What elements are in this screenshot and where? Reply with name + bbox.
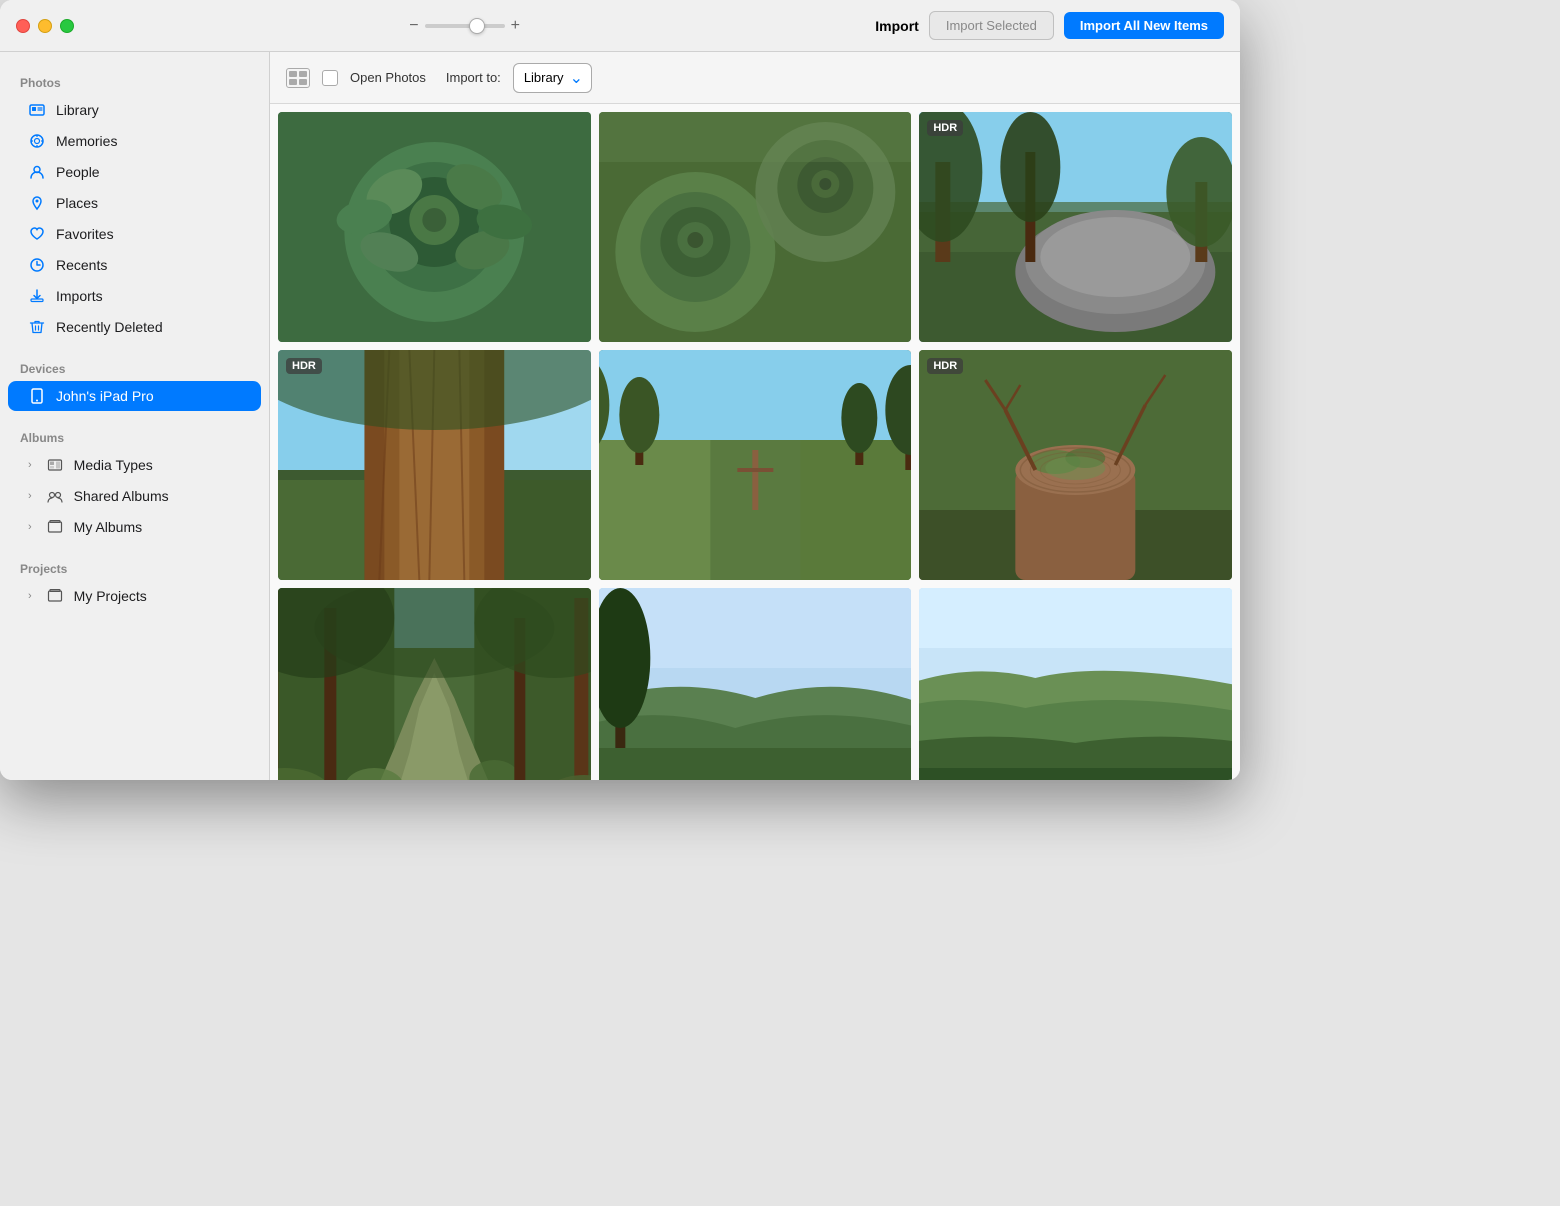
- sidebar-item-recents[interactable]: Recents: [8, 250, 261, 280]
- sidebar-item-recently-deleted[interactable]: Recently Deleted: [8, 312, 261, 342]
- photo-item[interactable]: HDR: [919, 350, 1232, 580]
- memories-icon: [28, 132, 46, 150]
- sidebar-item-media-types[interactable]: › Media Types: [8, 450, 261, 480]
- zoom-minus-button[interactable]: −: [409, 18, 418, 34]
- sidebar-item-ipad[interactable]: John's iPad Pro: [8, 381, 261, 411]
- recents-icon: [28, 256, 46, 274]
- library-select-dropdown[interactable]: Library ⌄: [513, 63, 592, 93]
- library-icon: [28, 101, 46, 119]
- content-area: Open Photos Import to: Library ⌄: [270, 52, 1240, 780]
- sidebar-item-imports[interactable]: Imports: [8, 281, 261, 311]
- photo-svg: [599, 112, 912, 342]
- people-icon: [28, 163, 46, 181]
- memories-label: Memories: [56, 133, 117, 149]
- my-projects-icon: [46, 587, 64, 605]
- photo-svg: [919, 112, 1232, 342]
- ipad-icon: [28, 387, 46, 405]
- photo-item[interactable]: [599, 350, 912, 580]
- grid-cell: [289, 71, 297, 77]
- minimize-button[interactable]: [38, 19, 52, 33]
- sidebar-item-places[interactable]: Places: [8, 188, 261, 218]
- expand-my-albums-icon: ›: [28, 521, 32, 533]
- photo-svg: [278, 112, 591, 342]
- photo-item[interactable]: HDR: [278, 350, 591, 580]
- grid-cell: [289, 79, 297, 85]
- open-photos-checkbox[interactable]: [322, 70, 338, 86]
- photo-svg: [599, 350, 912, 580]
- import-all-button[interactable]: Import All New Items: [1064, 12, 1224, 39]
- sidebar-item-people[interactable]: People: [8, 157, 261, 187]
- albums-section-label: Albums: [0, 423, 269, 449]
- toolbar-right: Import Import Selected Import All New It…: [855, 11, 1224, 40]
- chevron-down-icon: ⌄: [570, 68, 583, 88]
- maximize-button[interactable]: [60, 19, 74, 33]
- media-types-icon: [46, 456, 64, 474]
- sidebar-item-favorites[interactable]: Favorites: [8, 219, 261, 249]
- photos-section-label: Photos: [0, 68, 269, 94]
- expand-projects-icon: ›: [28, 590, 32, 602]
- favorites-icon: [28, 225, 46, 243]
- hdr-badge: HDR: [927, 358, 963, 374]
- hdr-badge: HDR: [286, 358, 322, 374]
- sidebar-item-my-albums[interactable]: › My Albums: [8, 512, 261, 542]
- zoom-controls: − +: [409, 18, 520, 34]
- sidebar-item-library[interactable]: Library: [8, 95, 261, 125]
- open-photos-label: Open Photos: [350, 70, 426, 85]
- media-types-label: Media Types: [74, 457, 153, 473]
- imports-icon: [28, 287, 46, 305]
- sidebar: Photos Library: [0, 52, 270, 780]
- titlebar: − + Import Import Selected Import All Ne…: [0, 0, 1240, 52]
- photo-svg: [278, 588, 591, 780]
- main-window: − + Import Import Selected Import All Ne…: [0, 0, 1240, 780]
- grid-view-button[interactable]: [286, 68, 310, 88]
- sidebar-item-shared-albums[interactable]: › Shared Albums: [8, 481, 261, 511]
- grid-cell: [299, 79, 307, 85]
- imports-label: Imports: [56, 288, 103, 304]
- recents-label: Recents: [56, 257, 107, 273]
- main-area: Photos Library: [0, 52, 1240, 780]
- my-projects-label: My Projects: [74, 588, 147, 604]
- traffic-lights: [16, 19, 74, 33]
- photo-item[interactable]: [919, 588, 1232, 780]
- import-selected-button[interactable]: Import Selected: [929, 11, 1054, 40]
- recently-deleted-label: Recently Deleted: [56, 319, 163, 335]
- photo-svg: [278, 350, 591, 580]
- photo-grid: HDR: [270, 104, 1240, 780]
- zoom-plus-button[interactable]: +: [511, 18, 520, 34]
- photo-svg: [919, 588, 1232, 780]
- shared-albums-label: Shared Albums: [74, 488, 169, 504]
- favorites-label: Favorites: [56, 226, 114, 242]
- expand-shared-icon: ›: [28, 490, 32, 502]
- people-label: People: [56, 164, 100, 180]
- content-toolbar: Open Photos Import to: Library ⌄: [270, 52, 1240, 104]
- library-label: Library: [56, 102, 99, 118]
- photo-item[interactable]: [278, 112, 591, 342]
- import-to-label: Import to:: [446, 70, 501, 85]
- shared-albums-icon: [46, 487, 64, 505]
- places-icon: [28, 194, 46, 212]
- photo-svg: [599, 588, 912, 780]
- projects-section-label: Projects: [0, 554, 269, 580]
- expand-media-types-icon: ›: [28, 459, 32, 471]
- photo-item[interactable]: HDR: [919, 112, 1232, 342]
- photo-item[interactable]: [599, 112, 912, 342]
- photo-item[interactable]: [599, 588, 912, 780]
- recently-deleted-icon: [28, 318, 46, 336]
- hdr-badge: HDR: [927, 120, 963, 136]
- sidebar-item-memories[interactable]: Memories: [8, 126, 261, 156]
- zoom-thumb: [469, 18, 485, 34]
- grid-cell: [299, 71, 307, 77]
- my-albums-icon: [46, 518, 64, 536]
- my-albums-label: My Albums: [74, 519, 142, 535]
- photo-svg: [919, 350, 1232, 580]
- devices-section-label: Devices: [0, 354, 269, 380]
- close-button[interactable]: [16, 19, 30, 33]
- zoom-slider[interactable]: [425, 24, 505, 28]
- import-label: Import: [875, 18, 919, 34]
- places-label: Places: [56, 195, 98, 211]
- photo-item[interactable]: [278, 588, 591, 780]
- sidebar-item-my-projects[interactable]: › My Projects: [8, 581, 261, 611]
- device-label: John's iPad Pro: [56, 388, 154, 404]
- library-select-text: Library: [524, 70, 564, 85]
